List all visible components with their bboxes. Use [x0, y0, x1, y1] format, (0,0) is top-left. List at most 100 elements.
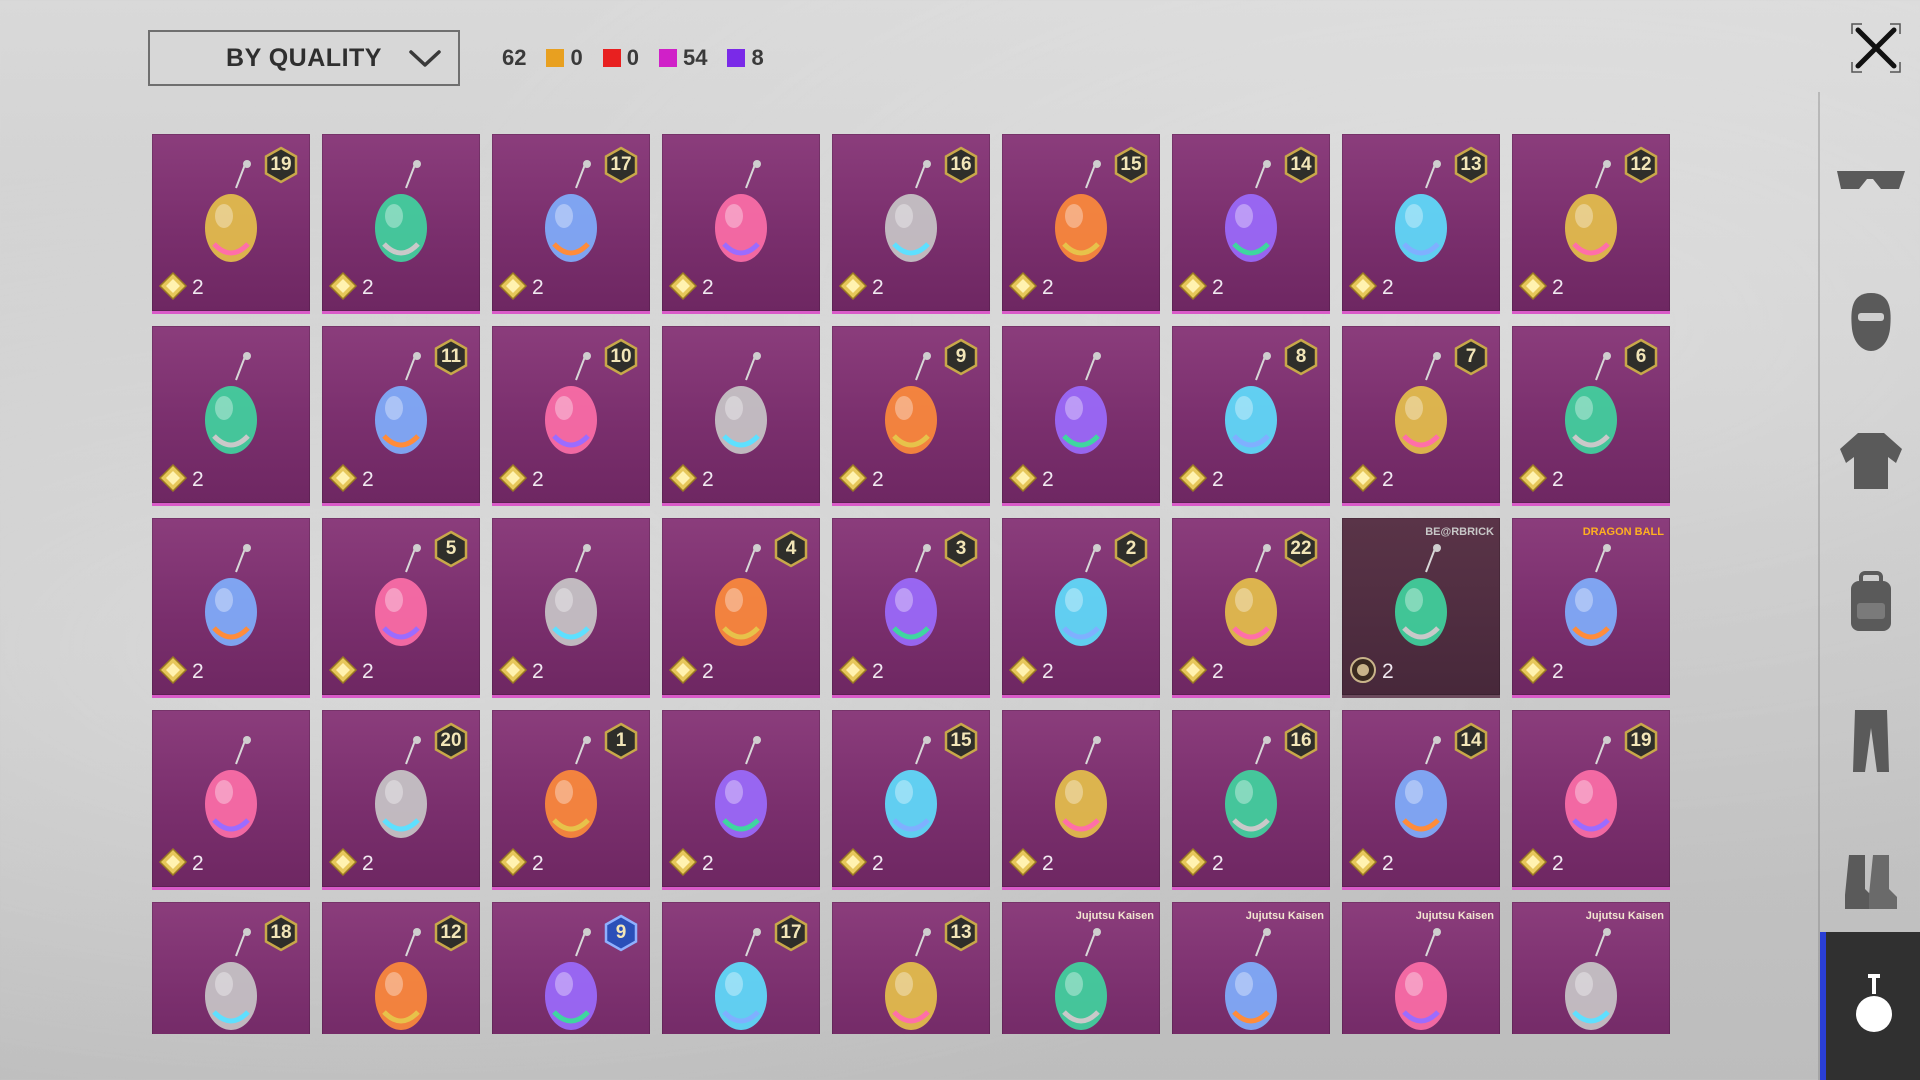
sidebar-jacket[interactable] — [1820, 408, 1920, 518]
item-card[interactable]: 15 2 — [832, 710, 990, 890]
diamond-coin-icon — [498, 271, 528, 305]
item-card[interactable]: 2 — [662, 134, 820, 314]
item-card[interactable]: 62 — [1512, 326, 1670, 506]
item-card[interactable]: 13 2 — [1342, 134, 1500, 314]
item-card[interactable]: 20 2 — [322, 710, 480, 890]
close-icon — [1851, 23, 1901, 73]
item-card[interactable]: 42 — [662, 518, 820, 698]
cost-value: 2 — [532, 660, 544, 683]
cost-value: 2 — [1212, 276, 1224, 299]
diamond-coin-icon — [498, 847, 528, 881]
item-card[interactable]: 92 — [832, 326, 990, 506]
item-card[interactable]: 17 — [662, 902, 820, 1034]
pants-icon — [1849, 706, 1893, 780]
level-badge: 10 — [602, 338, 640, 376]
item-card[interactable]: 2 — [1002, 326, 1160, 506]
item-card[interactable]: DRAGON BALL 2 — [1512, 518, 1670, 698]
item-card[interactable]: 32 — [832, 518, 990, 698]
item-card[interactable]: 2 — [152, 710, 310, 890]
diamond-coin-icon — [1518, 463, 1548, 497]
level-number: 14 — [1290, 154, 1312, 175]
level-badge: 16 — [1282, 722, 1320, 760]
sidebar-boots[interactable] — [1820, 828, 1920, 938]
top-bar: BY QUALITY 62 0 0 54 8 — [148, 30, 764, 86]
cost-display: 2 — [1178, 847, 1224, 881]
cost-value: 2 — [1212, 660, 1224, 683]
item-card[interactable]: 2 — [152, 518, 310, 698]
cost-display: 2 — [498, 655, 544, 689]
level-badge: 18 — [262, 914, 300, 952]
item-card[interactable]: Jujutsu Kaisen — [1342, 902, 1500, 1034]
item-card[interactable]: 19 2 — [1512, 710, 1670, 890]
item-card[interactable]: 2 — [1002, 710, 1160, 890]
tier-count-pink: 54 — [658, 45, 707, 71]
diamond-coin-icon — [668, 847, 698, 881]
item-card[interactable]: 12 — [492, 710, 650, 890]
brand-label: Jujutsu Kaisen — [1075, 910, 1154, 922]
item-card[interactable]: 16 2 — [832, 134, 990, 314]
diamond-coin-icon — [1518, 655, 1548, 689]
level-badge: 4 — [772, 530, 810, 568]
item-card[interactable]: 122 — [1512, 134, 1670, 314]
cost-display: 2 — [1518, 655, 1564, 689]
item-card[interactable]: 10 2 — [492, 326, 650, 506]
sidebar-glasses[interactable] — [1820, 128, 1920, 238]
item-card[interactable]: 14 2 — [1172, 134, 1330, 314]
item-card[interactable]: 14 2 — [1342, 710, 1500, 890]
close-button[interactable] — [1846, 18, 1906, 78]
tier-purple-swatch — [727, 49, 746, 67]
item-card[interactable]: 182 — [152, 902, 310, 1034]
item-card[interactable]: 13 — [832, 902, 990, 1034]
cost-value: 2 — [532, 468, 544, 491]
cost-value: 2 — [362, 276, 374, 299]
sidebar-pendant[interactable] — [1820, 932, 1920, 1080]
diamond-coin-icon — [1518, 271, 1548, 305]
bearbrick-pendant-icon — [1376, 542, 1466, 662]
item-card[interactable]: 22 — [1002, 518, 1160, 698]
diamond-coin-icon — [838, 847, 868, 881]
item-card[interactable]: 11 2 — [322, 326, 480, 506]
cost-display: 2 — [1518, 847, 1564, 881]
cost-value: 2 — [192, 468, 204, 491]
black-cube-pendant-icon — [1036, 734, 1126, 854]
level-badge: 22 — [1282, 530, 1320, 568]
item-card[interactable]: Jujutsu Kaisen — [1002, 902, 1160, 1034]
item-card[interactable]: 122 — [322, 902, 480, 1034]
item-card[interactable]: 52 — [322, 518, 480, 698]
sort-dropdown[interactable]: BY QUALITY — [148, 30, 460, 86]
level-badge: 15 — [942, 722, 980, 760]
item-card[interactable]: 15 2 — [1002, 134, 1160, 314]
item-card[interactable]: 19 2 — [152, 134, 310, 314]
sort-label: BY QUALITY — [226, 43, 382, 72]
lucky-cat-pendant-icon — [186, 734, 276, 854]
sidebar-backpack[interactable] — [1820, 548, 1920, 658]
item-card[interactable]: BE@RBRICK 2 — [1342, 518, 1500, 698]
tier-purple-value: 8 — [751, 45, 764, 70]
cat-figure-pendant-icon — [186, 350, 276, 470]
item-card[interactable]: 22 2 — [1172, 518, 1330, 698]
level-badge: 3 — [942, 530, 980, 568]
item-card[interactable]: 2 — [662, 710, 820, 890]
tier-count-red: 0 — [602, 45, 639, 71]
level-number: 15 — [1120, 154, 1142, 175]
item-card[interactable]: Jujutsu Kaisen — [1512, 902, 1670, 1034]
item-card[interactable]: Jujutsu Kaisen — [1172, 902, 1330, 1034]
diamond-coin-icon — [158, 655, 188, 689]
sidebar-pants[interactable] — [1820, 688, 1920, 798]
level-badge: 14 — [1282, 146, 1320, 184]
item-card[interactable]: 16 2 — [1172, 710, 1330, 890]
level-number: 1 — [615, 730, 627, 751]
level-number: 19 — [270, 154, 292, 175]
item-card[interactable]: 2 — [322, 134, 480, 314]
level-badge: 17 — [772, 914, 810, 952]
level-badge: 20 — [432, 722, 470, 760]
item-card[interactable]: 82 — [1172, 326, 1330, 506]
sidebar-mask[interactable] — [1820, 268, 1920, 378]
item-card[interactable]: 2 — [492, 518, 650, 698]
cost-display: 2 — [158, 463, 204, 497]
item-card[interactable]: 2 — [152, 326, 310, 506]
item-card[interactable]: 72 — [1342, 326, 1500, 506]
item-card[interactable]: 17 2 — [492, 134, 650, 314]
item-card[interactable]: 9 — [492, 902, 650, 1034]
item-card[interactable]: 2 — [662, 326, 820, 506]
